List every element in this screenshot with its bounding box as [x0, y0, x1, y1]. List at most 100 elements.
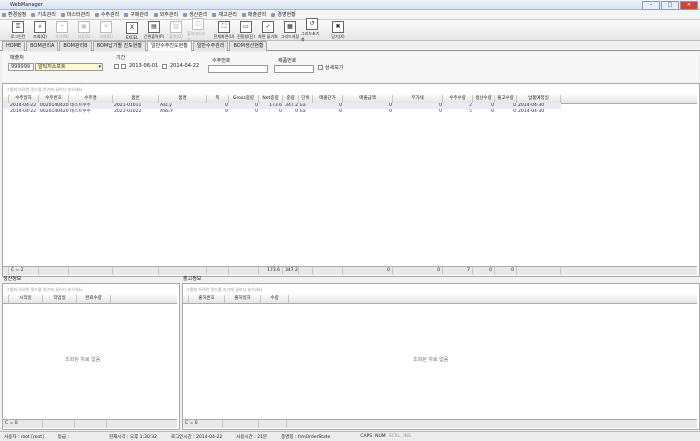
menu-item-icon	[153, 12, 158, 17]
toolbar-button-print[interactable]: ▤ 간편출력(P)	[143, 20, 165, 41]
dropdown-arrow-icon[interactable]: ▾	[98, 64, 102, 71]
date-from-field[interactable]: 2013-06-01	[127, 63, 161, 71]
footer-cell	[69, 267, 113, 275]
toolbar-button-excel[interactable]: X EXCEL	[121, 20, 143, 41]
footer-cell	[517, 267, 561, 275]
toolbar-button-fullscreen[interactable]: ⛶ 전체화면(U)	[213, 20, 235, 41]
column-header[interactable]: 매출단가	[313, 95, 343, 103]
column-header[interactable]: 수주일자	[9, 95, 39, 103]
tab-6[interactable]: BOM생산현황	[229, 41, 268, 51]
order-progress-grid[interactable]: 그룹화 하려면 필드를 여기에 끌어다 놓으세요 수주일자 수주번호 수주명 품번 품명…	[2, 83, 700, 277]
column-header[interactable]: 시작일	[9, 295, 43, 303]
grid-footer: C = 2 173.6 347.2 0 0 7 0 0	[3, 266, 697, 275]
toolbar-button-add[interactable]: + 추가(N)	[51, 20, 73, 41]
toolbar-button-label: 저장(S)	[77, 34, 91, 39]
table-cell: 0	[339, 109, 342, 114]
menu-item[interactable]: 외주관리	[153, 11, 178, 18]
status-elapsed: 사용시간 : 21분	[236, 434, 268, 440]
column-header[interactable]: 작업일	[43, 295, 77, 303]
customer-code-field[interactable]: 999999	[8, 63, 34, 71]
customer-name-field[interactable]: 알틱지소프트 ▾	[35, 63, 103, 71]
tab-1[interactable]: BOM관리A	[26, 41, 59, 51]
customer-name-text: 알틱지소프트	[38, 64, 66, 70]
column-header[interactable]: 납품예정일	[517, 95, 561, 103]
column-header[interactable]: 출하번호	[189, 295, 225, 303]
table-cell: 0	[295, 109, 298, 114]
calendar-icon[interactable]	[121, 64, 126, 69]
close-window-button[interactable]: ✕	[680, 1, 698, 10]
column-header[interactable]: 완료수량	[77, 295, 111, 303]
footer-cell: 173.6	[259, 267, 283, 275]
menu-item-label: 경영현황	[277, 12, 296, 18]
menu-item[interactable]: 구매관리	[124, 11, 149, 18]
toolbar-button-search[interactable]: ⌕ 조회(Q)	[29, 20, 51, 41]
menu-item[interactable]: 재고관리	[212, 11, 237, 18]
column-header[interactable]: 수주번호	[39, 95, 69, 103]
detail-checkbox[interactable]	[318, 65, 323, 70]
column-header[interactable]: Net중량	[259, 95, 283, 103]
menu-item[interactable]: 생산관리	[183, 11, 207, 18]
shipping-grid[interactable]: 그룹화 하려면 필드를 여기에 끌어다 놓으세요 출하번호 출하일자 수량 조회된 …	[182, 283, 700, 430]
toolbar-button-label: 전용창(단)	[237, 34, 255, 39]
menu-item[interactable]: 매출관리	[241, 11, 266, 18]
toolbar-button-window[interactable]: ▭ 전용창(단)	[235, 20, 257, 41]
menu-item[interactable]: 기초관리	[31, 11, 56, 18]
column-header[interactable]: Gross중량	[229, 95, 259, 103]
column-header[interactable]: 부가세	[393, 95, 443, 103]
menu-item[interactable]: 마스터관리	[60, 11, 90, 18]
tab-3[interactable]: BOM납기별 진도현황	[92, 41, 147, 51]
toolbar-button-label: 닫기(X)	[331, 34, 345, 39]
production-empty: 조회된 자료 없음	[65, 357, 101, 363]
shipping-count: C = 0	[183, 420, 223, 428]
menu-item-label: 생산관리	[189, 12, 208, 18]
column-header[interactable]: 출고수량	[495, 95, 517, 103]
search-icon: ⌕	[34, 21, 46, 33]
toolbar-button-label: 화면 돌기화	[258, 34, 278, 39]
footer-cell: 0	[495, 267, 517, 275]
product-no-field[interactable]	[274, 65, 314, 73]
column-header[interactable]: 중량	[283, 95, 299, 103]
toolbar-button-login[interactable]: ⚿ 로그인칸	[7, 20, 29, 41]
production-grid[interactable]: 그룹화 하려면 필드를 여기에 끌어다 놓으세요 시작일 작업일 완료수량 조회된 …	[2, 283, 180, 430]
column-header[interactable]: 매출금액	[343, 95, 393, 103]
toolbar-button-delete[interactable]: ✕ 삭제(D)	[95, 20, 117, 41]
toolbar-button-check[interactable]: ✓ 화면 돌기화	[257, 20, 279, 41]
table-row[interactable]: 2014-04-22002014042001테스트수주 2021-01022 ASS…	[3, 109, 561, 115]
column-header[interactable]: 폭	[207, 95, 229, 103]
toolbar-button-close[interactable]: ✖ 닫기(X)	[327, 20, 349, 41]
toolbar-button-save[interactable]: ▣ 저장(S)	[73, 20, 95, 41]
table-cell: 테스트수주	[70, 109, 91, 114]
detail-label: 상세보기	[325, 65, 344, 71]
calendar-icon[interactable]	[162, 64, 167, 69]
period-checkbox[interactable]	[114, 64, 119, 69]
tab-5[interactable]: 일반수주관리	[192, 41, 229, 51]
column-header[interactable]: 수주수량	[443, 95, 473, 103]
tab-0[interactable]: HOME	[2, 41, 26, 51]
column-header[interactable]: 생산수량	[473, 95, 495, 103]
toolbar-button-printer[interactable]: ▥ 출력(O)	[165, 20, 187, 41]
menu-item[interactable]: 환경설정	[2, 11, 26, 18]
column-header[interactable]: 수량	[261, 295, 289, 303]
column-header[interactable]: 수주명	[69, 95, 113, 103]
toolbar-button-grid-save[interactable]: ▦ 그리드저장	[279, 20, 301, 41]
menu-item-icon	[2, 12, 6, 17]
column-header[interactable]: 단위	[299, 95, 313, 103]
maximize-button[interactable]: □	[661, 1, 679, 10]
column-header[interactable]: 출하일자	[225, 295, 261, 303]
toolbar-button-grid-reset[interactable]: ↺ 그리드초기화	[301, 18, 323, 42]
tab-4[interactable]: 일반수주진도현황	[147, 41, 192, 51]
shipping-empty: 조회된 자료 없음	[413, 357, 449, 363]
order-no-field[interactable]	[208, 65, 268, 73]
shipping-title: 출고정보	[183, 276, 202, 282]
menu-item[interactable]: 수주관리	[94, 11, 119, 18]
menu-item[interactable]: 경영현황	[271, 11, 296, 18]
table-cell: ASS.Y	[160, 109, 173, 114]
tab-2[interactable]: BOM관리B	[59, 41, 92, 51]
minimize-button[interactable]: –	[642, 1, 660, 10]
group-hint: 그룹화 하려면 필드를 여기에 끌어다 놓으세요	[6, 87, 83, 92]
date-to-field[interactable]: 2014-04-22	[168, 63, 202, 71]
footer-cell	[229, 267, 259, 275]
toolbar-button-preview[interactable]: ◫ 출력미리보기	[187, 18, 209, 42]
column-header[interactable]: 품번	[113, 95, 159, 103]
column-header[interactable]: 품명	[159, 95, 207, 103]
